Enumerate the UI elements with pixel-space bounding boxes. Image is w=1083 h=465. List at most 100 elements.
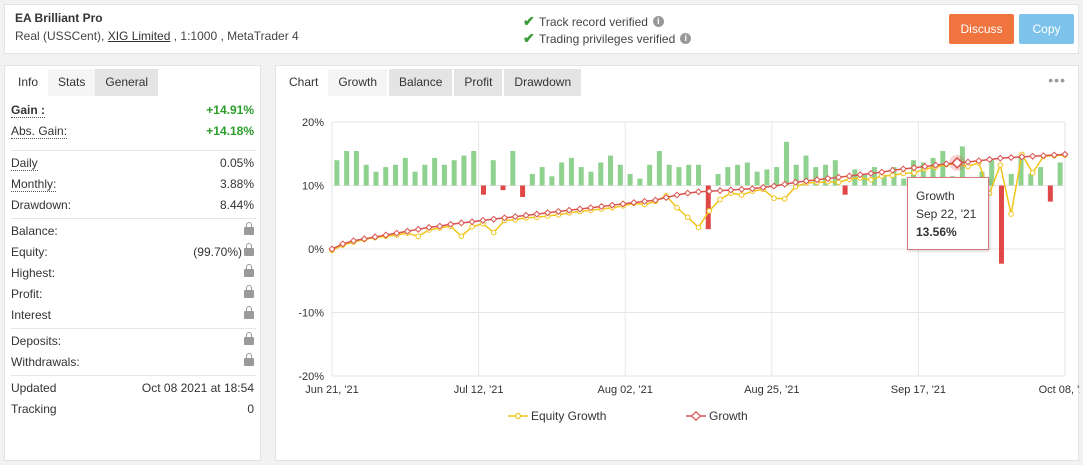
track-record-status: ✔ Track record verified i xyxy=(523,13,664,30)
profit-bar xyxy=(871,167,877,186)
growth-point xyxy=(1007,154,1015,162)
deposits-label: Deposits: xyxy=(11,334,62,348)
tracking-value: 0 xyxy=(247,402,254,416)
y-tick-label: 0% xyxy=(308,244,324,256)
x-tick-label: Aug 25, '21 xyxy=(744,384,799,396)
profit-bar xyxy=(520,185,526,197)
gain-label[interactable]: Gain : xyxy=(11,103,46,118)
profit-bar xyxy=(735,164,741,186)
growth-point xyxy=(490,215,498,223)
y-tick-label: -10% xyxy=(298,308,324,320)
equity-growth-point xyxy=(706,208,713,214)
discuss-button[interactable]: Discuss xyxy=(949,14,1014,44)
profit-label: Profit: xyxy=(11,287,43,301)
profit-bar xyxy=(432,157,438,186)
profit-bar xyxy=(500,185,506,191)
profit-bar xyxy=(393,164,399,186)
system-title: EA Brilliant Pro xyxy=(15,11,103,25)
profit-bar xyxy=(549,176,555,186)
profit-bar xyxy=(441,164,447,186)
monthly-label[interactable]: Monthly: xyxy=(11,177,57,192)
x-tick-label: Oct 08, '21 xyxy=(1039,384,1080,396)
profit-bar xyxy=(744,162,750,186)
equity-growth-point xyxy=(738,192,745,198)
gain-row: Gain : +14.91% xyxy=(11,100,256,121)
abs-gain-label[interactable]: Abs. Gain: xyxy=(11,124,68,139)
profit-bar xyxy=(588,171,594,186)
copy-button[interactable]: Copy xyxy=(1019,14,1074,44)
profit-bar xyxy=(334,160,340,186)
tab-info[interactable]: Info xyxy=(8,69,49,96)
profit-bar xyxy=(344,151,350,186)
tracking-label: Tracking xyxy=(11,402,57,416)
highest-row: Highest: xyxy=(11,263,256,284)
equity-growth-point xyxy=(771,195,777,201)
profit-bar xyxy=(363,164,369,186)
updated-row: Updated Oct 08 2021 at 18:54 xyxy=(11,378,256,399)
lock-icon xyxy=(242,331,254,352)
tab-stats[interactable]: Stats xyxy=(48,69,96,96)
profit-bar xyxy=(608,155,614,186)
equity-value: (99.70%) xyxy=(193,242,254,263)
equity-growth-point xyxy=(415,233,422,240)
divider xyxy=(11,375,256,376)
daily-row: Daily 0.05% xyxy=(11,153,256,174)
equity-growth-point xyxy=(868,176,874,183)
profit-bar xyxy=(627,174,633,186)
profit-bar xyxy=(422,164,428,186)
equity-growth-point xyxy=(674,204,680,211)
profit-bar xyxy=(539,167,545,186)
growth-point xyxy=(964,158,972,166)
tab-general[interactable]: General xyxy=(95,69,159,96)
profit-bar xyxy=(901,178,907,186)
equity-row: Equity: (99.70%) xyxy=(11,242,256,263)
equity-growth-point xyxy=(490,229,497,236)
balance-row: Balance: xyxy=(11,221,256,242)
growth-chart: 20% 10% 0% -10% -20%Jun 21, '21 Jul 12, '21 Au… xyxy=(298,117,1080,396)
profit-bar xyxy=(1047,185,1053,202)
balance-label: Balance: xyxy=(11,224,58,238)
profit-bar xyxy=(471,151,477,186)
monthly-row: Monthly: 3.88% xyxy=(11,174,256,195)
profit-bar xyxy=(637,178,643,186)
tooltip-date: Sep 22, '21 xyxy=(916,207,977,221)
equity-growth-point xyxy=(695,224,702,231)
legend-equity-growth[interactable]: Equity Growth xyxy=(508,409,606,423)
profit-bar xyxy=(1008,174,1014,186)
divider xyxy=(11,218,256,219)
profit-bar xyxy=(764,169,770,186)
equity-growth-point xyxy=(684,214,691,221)
equity-growth-point xyxy=(781,196,788,202)
interest-label: Interest xyxy=(11,308,52,322)
drawdown-row: Drawdown: 8.44% xyxy=(11,195,256,216)
info-icon[interactable]: i xyxy=(680,33,692,44)
lock-icon xyxy=(244,243,254,256)
profit-bar xyxy=(373,171,379,186)
divider xyxy=(11,328,256,329)
profit-bar xyxy=(412,171,418,186)
profit-bar xyxy=(686,164,692,186)
legend-growth-swatch xyxy=(686,411,706,421)
interest-row: Interest xyxy=(11,305,256,326)
profit-bar xyxy=(842,185,848,195)
profit-bar xyxy=(1038,167,1044,186)
growth-point xyxy=(684,189,692,197)
gain-value: +14.91% xyxy=(206,103,254,117)
info-icon[interactable]: i xyxy=(652,16,664,27)
profit-bar xyxy=(559,162,565,186)
daily-label[interactable]: Daily xyxy=(11,156,38,171)
chart-panel: Chart Growth Balance Profit Drawdown •••… xyxy=(275,65,1080,461)
profit-bar xyxy=(774,167,780,186)
legend-growth[interactable]: Growth xyxy=(686,409,748,423)
profit-bar xyxy=(754,171,760,186)
tracking-row: Tracking 0 xyxy=(11,399,256,420)
profit-bar xyxy=(1028,174,1034,186)
equity-growth-point xyxy=(458,233,465,240)
lock-icon xyxy=(242,305,254,326)
broker-link[interactable]: XIG Limited xyxy=(108,29,171,43)
trading-privileges-label: Trading privileges verified xyxy=(539,31,676,46)
profit-bar xyxy=(656,151,662,186)
equity-growth-point xyxy=(1029,170,1036,176)
x-tick-label: Jun 21, '21 xyxy=(305,384,358,396)
updated-label: Updated xyxy=(11,381,57,395)
